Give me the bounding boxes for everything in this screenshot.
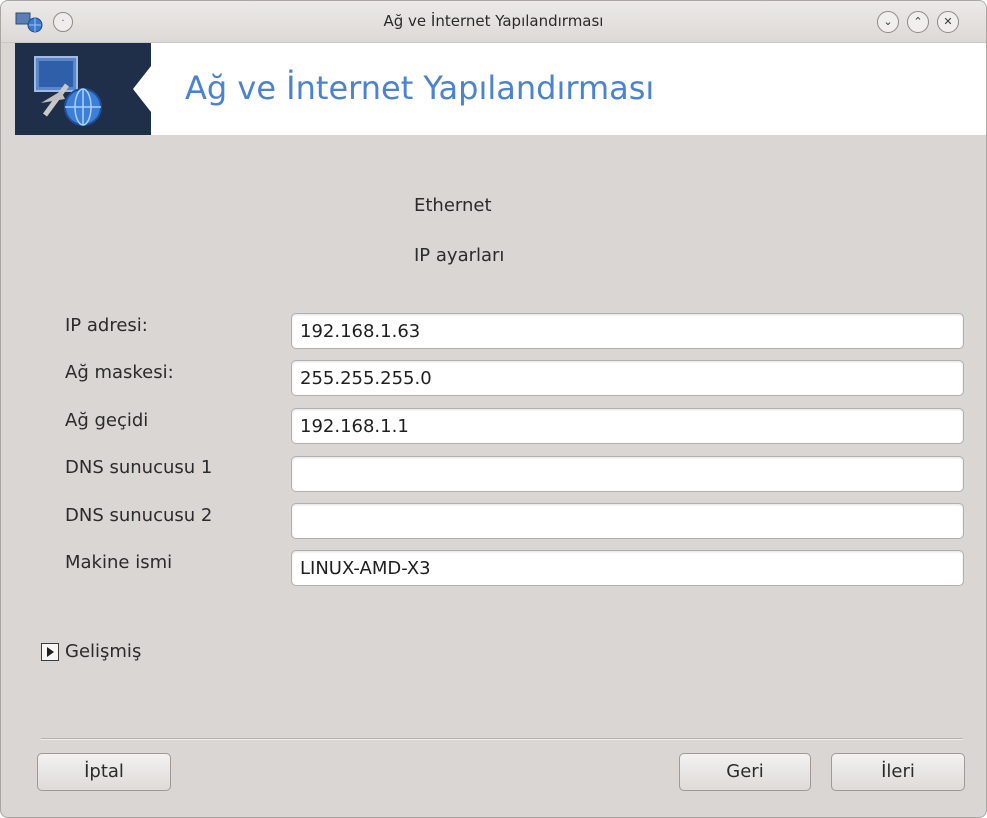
close-icon: ✕: [943, 15, 953, 28]
header-banner: Ağ ve İnternet Yapılandırması: [15, 43, 986, 135]
maximize-button[interactable]: ⌃: [907, 11, 929, 33]
netmask-input[interactable]: [291, 360, 964, 396]
chevron-up-icon: ⌃: [913, 15, 923, 28]
cancel-button[interactable]: İptal: [37, 753, 171, 791]
ip-address-label: IP adresi:: [65, 315, 148, 336]
ip-settings-heading: IP ayarları: [414, 245, 505, 266]
dns2-input[interactable]: [291, 503, 964, 539]
back-button[interactable]: Geri: [679, 753, 811, 791]
gateway-label: Ağ geçidi: [65, 410, 149, 431]
header-logo: [15, 43, 151, 135]
expand-arrow-icon[interactable]: [41, 642, 59, 661]
connection-type-label: Ethernet: [414, 195, 492, 216]
title-bar[interactable]: · Ağ ve İnternet Yapılandırması ⌄ ⌃ ✕: [1, 1, 986, 43]
config-window: · Ağ ve İnternet Yapılandırması ⌄ ⌃ ✕ Ağ…: [0, 0, 987, 818]
hostname-label: Makine ismi: [65, 552, 173, 573]
header-arrow-decoration: [133, 43, 169, 135]
close-button[interactable]: ✕: [937, 11, 959, 33]
advanced-label[interactable]: Gelişmiş: [65, 641, 141, 662]
netmask-label: Ağ maskesi:: [65, 362, 174, 383]
dns1-input[interactable]: [291, 456, 964, 492]
next-button[interactable]: İleri: [831, 753, 965, 791]
ip-address-input[interactable]: [291, 313, 964, 349]
dns2-label: DNS sunucusu 2: [65, 505, 213, 526]
chevron-down-icon: ⌄: [883, 15, 893, 28]
hostname-input[interactable]: [291, 550, 964, 586]
minimize-button[interactable]: ⌄: [877, 11, 899, 33]
page-title: Ağ ve İnternet Yapılandırması: [185, 69, 655, 107]
footer-divider: [41, 738, 963, 740]
network-globe-icon: [34, 56, 102, 126]
dns1-label: DNS sunucusu 1: [65, 457, 213, 478]
advanced-expander[interactable]: Gelişmiş: [41, 641, 141, 662]
gateway-input[interactable]: [291, 408, 964, 444]
window-title: Ağ ve İnternet Yapılandırması: [383, 12, 604, 30]
